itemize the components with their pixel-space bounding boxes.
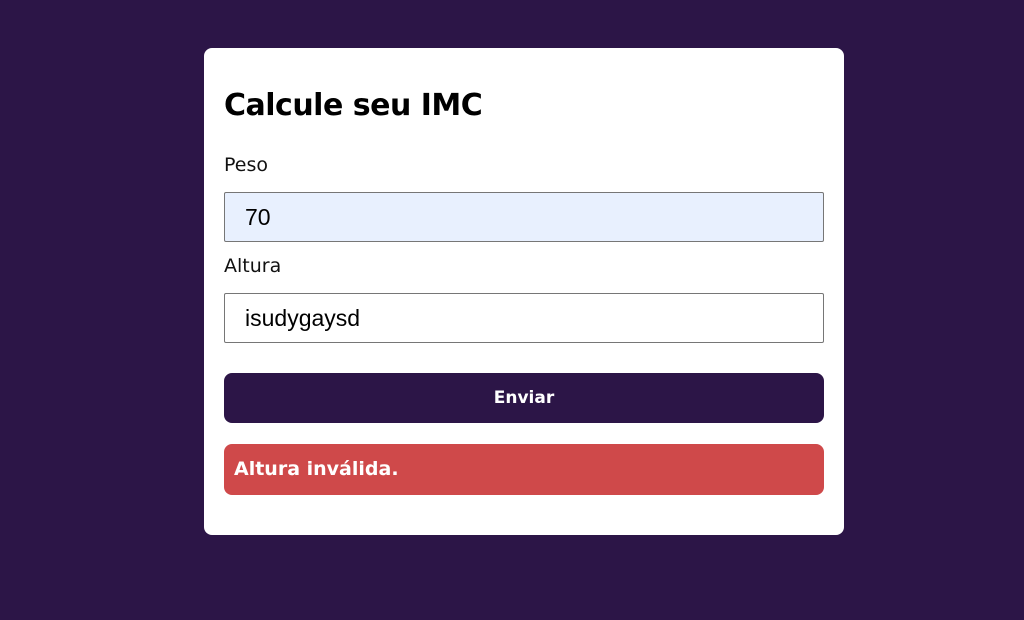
imc-form-card: Calcule seu IMC Peso Altura Enviar Altur… [204, 48, 844, 535]
error-message: Altura inválida. [224, 444, 824, 495]
peso-input[interactable] [224, 192, 824, 242]
submit-button[interactable]: Enviar [224, 373, 824, 423]
altura-input[interactable] [224, 293, 824, 343]
altura-label: Altura [224, 255, 282, 277]
page-title: Calcule seu IMC [224, 88, 483, 123]
peso-label: Peso [224, 154, 268, 176]
